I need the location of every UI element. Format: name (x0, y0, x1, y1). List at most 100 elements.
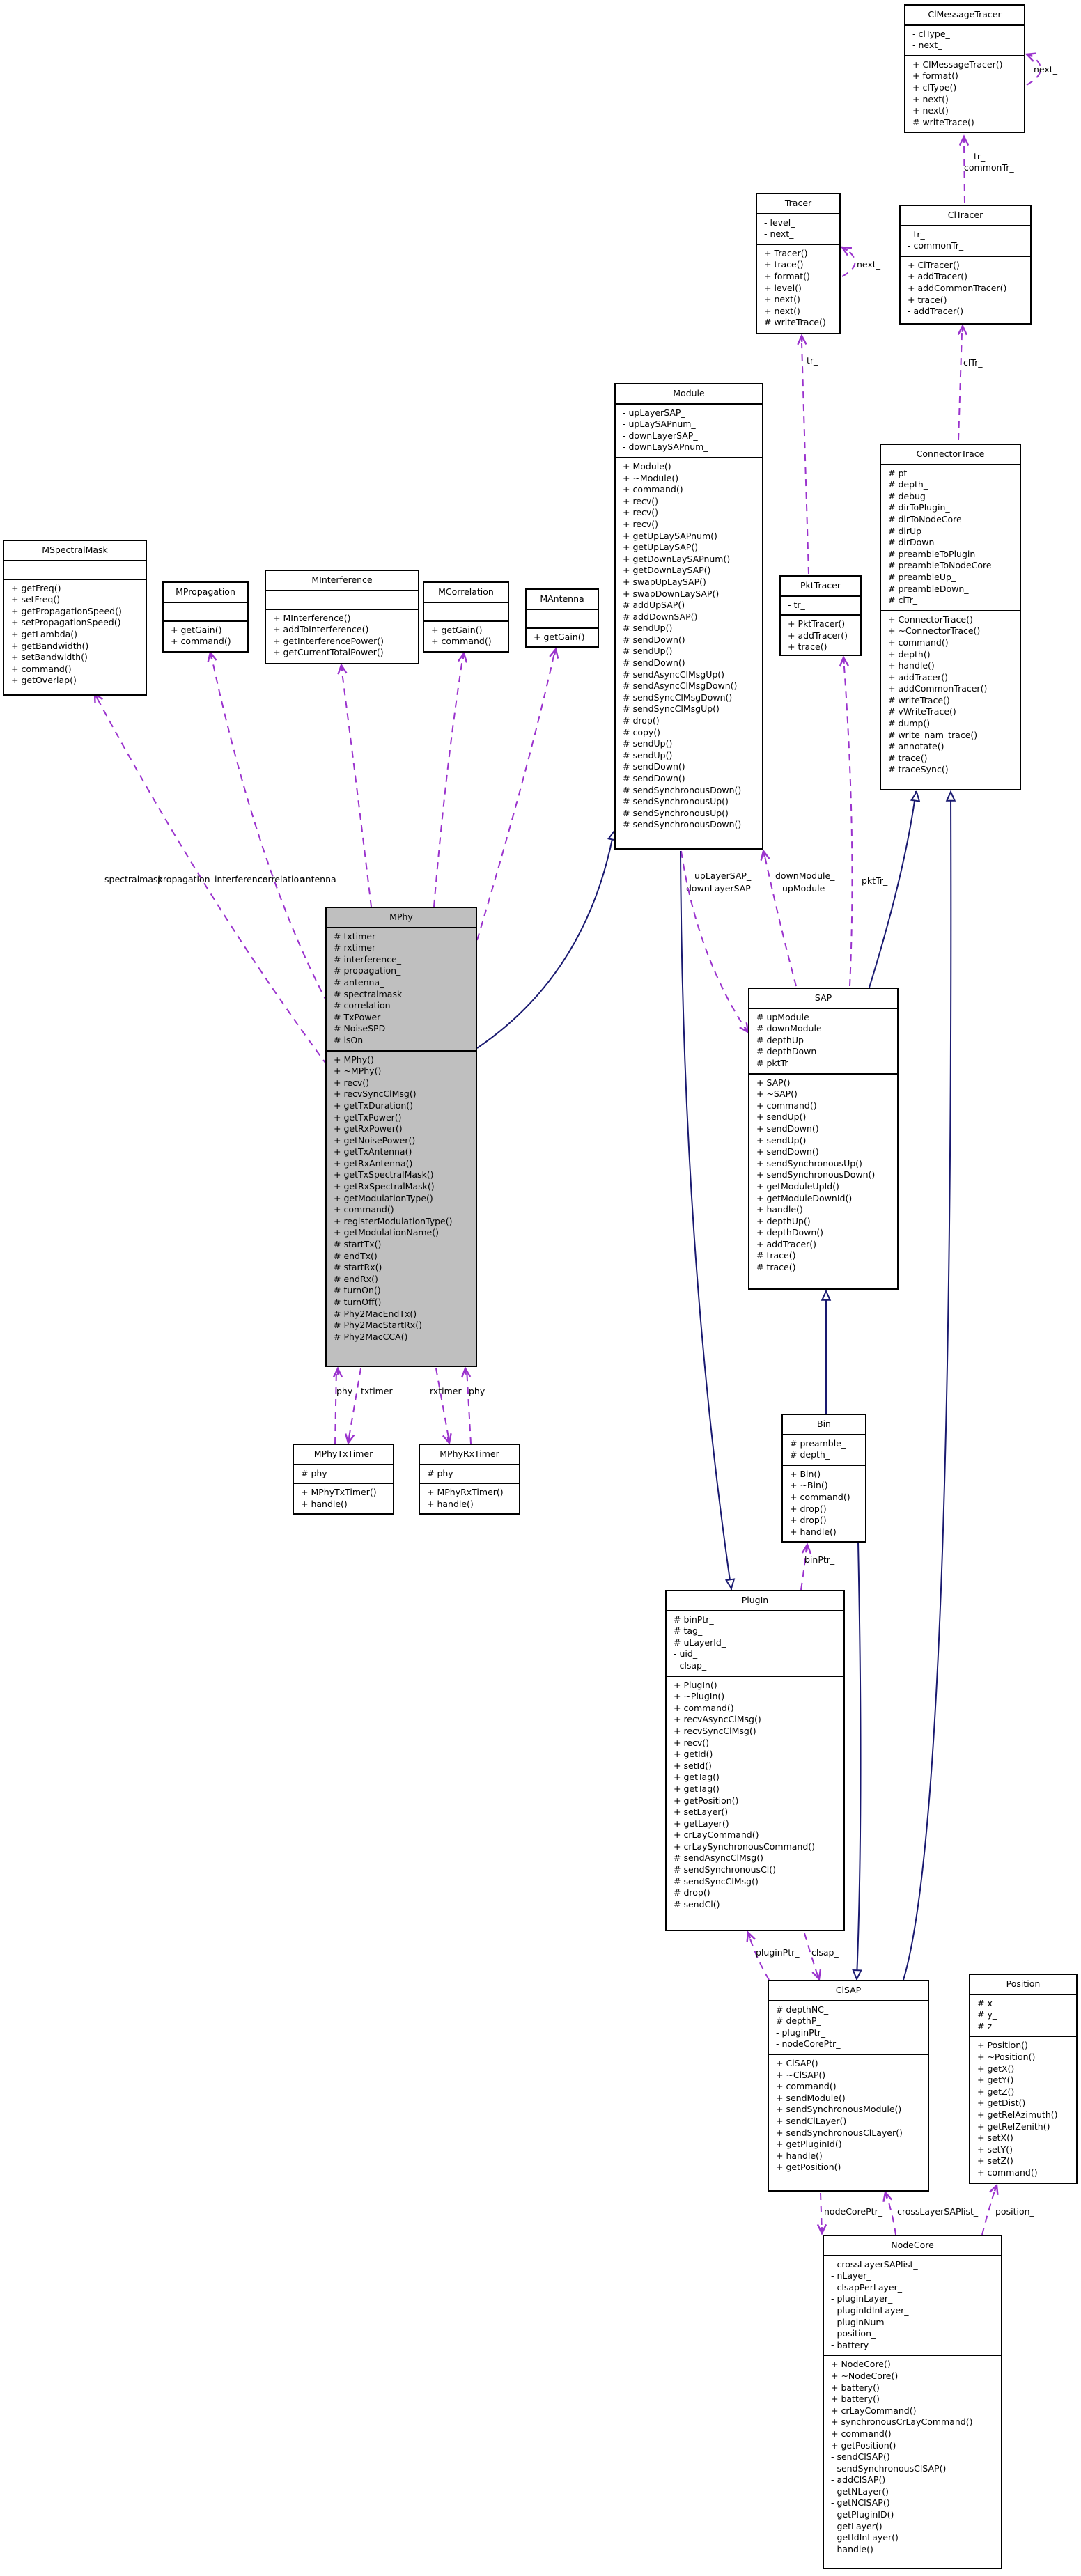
operations-compartment: + Position() + ~Position() + getX() + getY(… (970, 2037, 1076, 2182)
attributes-compartment: - crossLayerSAPlist_ - nLayer_ - clsapPerL… (824, 2256, 1001, 2357)
class-plugin[interactable]: PlugIn # binPtr_ # tag_ # uLayerId_ - uid_ - … (665, 1590, 845, 1931)
operation: # trace() (756, 1262, 796, 1273)
operation: + next() (912, 93, 949, 104)
inheritance-arrow-icon (910, 790, 921, 802)
attribute: - next_ (764, 228, 794, 240)
edge-label-sap-module-1: downModule_ (775, 871, 835, 881)
attribute: - tr_ (788, 599, 805, 610)
operation: + getNoisePower() (334, 1134, 416, 1146)
operations-compartment: + NodeCore() + ~NodeCore() + battery() + ba… (824, 2356, 1001, 2559)
operations-compartment: + PlugIn() + ~PlugIn() + command() + recvAs… (667, 1677, 843, 1914)
class-citracer[interactable]: ClTracer - tr_ - commonTr_ + ClTracer() + ad… (899, 205, 1032, 325)
arrow-head-icon (958, 134, 970, 146)
operation: + crLaySynchronousCommand() (674, 1841, 816, 1852)
operation: # sendDown() (623, 634, 685, 645)
class-mspectralmask[interactable]: MSpectralMask + getFreq() + setFreq() + get… (3, 540, 147, 696)
operation: # Phy2MacEndTx() (334, 1308, 417, 1319)
operation: + getRxPower() (334, 1123, 403, 1134)
operation: + command() (776, 2081, 837, 2092)
class-minterference[interactable]: MInterference + MInterference() + addToInt… (265, 570, 419, 664)
class-cimessagetracer[interactable]: ClMessageTracer - clType_ - next_ + ClMessa… (904, 4, 1025, 133)
class-bin[interactable]: Bin # preamble_ # depth_ + Bin() + ~Bin() + c… (781, 1414, 866, 1543)
class-mphy[interactable]: MPhy # txtimer # rxtimer # interference_ # p… (325, 907, 477, 1367)
operation: + format() (912, 70, 958, 81)
class-name: ClTracer (901, 206, 1030, 226)
operation: + setY() (977, 2144, 1013, 2155)
operation: + getModulationType() (334, 1192, 433, 1203)
class-mantenna[interactable]: MAntenna + getGain() (525, 588, 599, 648)
operation: + addToInterference() (273, 624, 369, 635)
attribute: - pluginLayer_ (831, 2293, 893, 2304)
attribute: - battery_ (831, 2339, 873, 2350)
operation: + getLambda() (11, 628, 78, 639)
edge-clsap-connectortrace-inheritance (903, 791, 952, 1981)
attributes-compartment: # phy (294, 1465, 393, 1485)
operation: # startTx() (334, 1239, 382, 1250)
operation: + ~SAP() (756, 1088, 798, 1100)
operation: # sendSynchronousDown() (623, 784, 742, 795)
class-cisap[interactable]: ClSAP # depthNC_ # depthP_ - pluginPtr_ - no… (768, 1980, 929, 2192)
operation: + command() (334, 1204, 394, 1215)
operation: + getTxDuration() (334, 1100, 414, 1111)
attribute: # interference_ (334, 953, 401, 965)
attribute: - pluginIdInLayer_ (831, 2304, 909, 2316)
class-mcorrelation[interactable]: MCorrelation + getGain() + command() (423, 581, 509, 653)
class-mphytxtimer[interactable]: MPhyTxTimer # phy + MPhyTxTimer() + handle(… (293, 1444, 394, 1515)
operation: + getDownLaySAPnum() (623, 553, 731, 564)
class-name: ClSAP (769, 1981, 928, 2001)
attribute: - clType_ (912, 28, 950, 39)
edge-pkttracer-tracer (801, 342, 809, 575)
attribute: - level_ (764, 217, 795, 228)
attribute: # spectralmask_ (334, 988, 407, 999)
operation: + getTxAntenna() (334, 1146, 412, 1157)
operation: # drop() (674, 1887, 710, 1898)
operation: + ~MPhy() (334, 1065, 382, 1077)
operation: + handle() (301, 1498, 348, 1509)
operation: + battery() (831, 2382, 880, 2393)
operation: + getX() (977, 2063, 1015, 2074)
class-name: Bin (783, 1415, 865, 1435)
attribute: # x_ (977, 1997, 997, 2008)
operation: + getFreq() (11, 582, 61, 593)
attributes-compartment: - tr_ (781, 597, 860, 616)
operations-compartment: + getFreq() + setFreq() + getPropagationSp… (4, 580, 146, 690)
operation: + command() (888, 637, 949, 648)
operation: + handle() (888, 660, 935, 671)
operation: + getModuleUpId() (756, 1180, 839, 1192)
edge-label-nc-nodecoreptr: nodeCorePtr_ (824, 2206, 882, 2217)
class-nodecore[interactable]: NodeCore - crossLayerSAPlist_ - nLayer_ - c… (823, 2235, 1002, 2569)
arrow-head-icon (442, 1433, 452, 1445)
operation: + addTracer() (888, 671, 949, 682)
operations-compartment: + getGain() (527, 629, 598, 647)
operation: + command() (674, 1702, 734, 1713)
operation: + ~Bin() (790, 1480, 828, 1491)
operation: + sendClLayer() (776, 2115, 847, 2126)
operations-compartment: + PktTracer() + addTracer() + trace() (781, 616, 860, 657)
class-mpropagation[interactable]: MPropagation + getGain() + command() (162, 581, 249, 653)
operations-compartment: + ConnectorTrace() + ~ConnectorTrace() + c… (881, 611, 1020, 779)
edge-label-tx-txtimer: txtimer (361, 1386, 393, 1396)
operation: + crLayCommand() (831, 2405, 917, 2416)
operation: + getRelZenith() (977, 2121, 1050, 2132)
attributes-compartment (424, 603, 508, 622)
operation: + sendDown() (756, 1146, 819, 1157)
attribute: # preamble_ (790, 1437, 846, 1449)
operation: + recv() (623, 495, 659, 506)
operation: # sendDown() (623, 657, 685, 669)
class-tracer[interactable]: Tracer - level_ - next_ + Tracer() + trace()… (756, 193, 841, 334)
attribute: # dirToPlugin_ (888, 502, 950, 513)
operation: + getOverlap() (11, 675, 77, 686)
operation: # traceSync() (888, 764, 949, 775)
class-mphyrxtimer[interactable]: MPhyRxTimer # phy + MPhyRxTimer() + handle(… (419, 1444, 520, 1515)
class-module[interactable]: Module - upLayerSAP_ - upLaySAPnum_ - downL… (614, 383, 763, 850)
class-name: ConnectorTrace (881, 445, 1020, 465)
class-sap[interactable]: SAP # upModule_ # downModule_ # depthUp_ # d… (748, 988, 899, 1290)
arrow-head-icon (840, 246, 853, 256)
operation: + getId() (674, 1749, 713, 1760)
edge-label-cmt-next: next_ (1034, 64, 1057, 75)
class-connectortrace[interactable]: ConnectorTrace # pt_ # depth_ # debug_ # dir… (880, 444, 1021, 790)
operation: # writeTrace() (764, 317, 826, 328)
class-pkttracer[interactable]: PktTracer - tr_ + PktTracer() + addTracer()… (779, 575, 862, 656)
class-position[interactable]: Position # x_ # y_ # z_ + Position() + ~Posit… (969, 1974, 1078, 2184)
operation: # turnOn() (334, 1285, 381, 1296)
